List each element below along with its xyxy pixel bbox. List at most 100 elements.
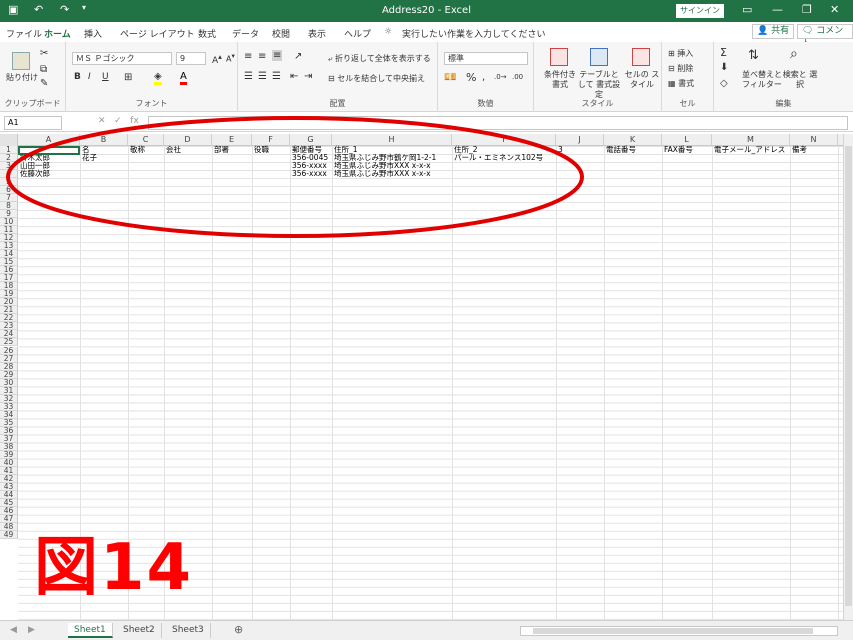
cell-m1[interactable]: 電子メール_アドレス: [714, 146, 785, 154]
align-middle-icon[interactable]: ≡: [258, 51, 266, 62]
decrease-indent-icon[interactable]: ⇤: [290, 71, 298, 82]
fill-color-icon[interactable]: ◈: [154, 71, 162, 85]
tab-file[interactable]: ファイル: [6, 27, 42, 40]
prev-sheet-icon[interactable]: ◀: [4, 623, 23, 638]
bold-button[interactable]: B: [74, 72, 81, 82]
insert-cells-button[interactable]: ⊞ 挿入: [668, 48, 693, 59]
increase-decimal-icon[interactable]: .0→: [494, 73, 507, 81]
conditional-format-button[interactable]: 条件付き 書式: [540, 70, 580, 90]
format-painter-icon[interactable]: ✎: [40, 78, 48, 89]
copy-icon[interactable]: ⧉: [40, 64, 47, 75]
horizontal-scroll-thumb[interactable]: [533, 628, 813, 634]
cell-i2[interactable]: パール・エミネンス102号: [454, 154, 543, 162]
decrease-decimal-icon[interactable]: .00: [512, 73, 523, 81]
delete-cells-button[interactable]: ⊟ 削除: [668, 63, 693, 74]
tab-view[interactable]: 表示: [308, 27, 326, 40]
increase-indent-icon[interactable]: ⇥: [304, 71, 312, 82]
cell-styles-button[interactable]: セルの スタイル: [624, 70, 660, 90]
percent-button[interactable]: %: [466, 71, 476, 84]
border-icon[interactable]: ⊞: [124, 72, 132, 83]
wrap-text-icon: ⤶: [328, 54, 336, 63]
share-button[interactable]: 👤 共有: [752, 24, 795, 39]
sheet-tab-sheet2[interactable]: Sheet2: [117, 623, 162, 638]
cancel-entry-icon[interactable]: ✕: [98, 116, 106, 126]
autosum-icon[interactable]: Σ: [720, 46, 727, 59]
cell-l1[interactable]: FAX番号: [664, 146, 693, 154]
find-select-button[interactable]: 検索と 選択: [782, 70, 818, 90]
signin-button[interactable]: サインイン: [676, 4, 724, 18]
close-icon[interactable]: ✕: [830, 3, 839, 16]
align-left-icon[interactable]: ☰: [244, 71, 253, 82]
sheet-tab-sheet3[interactable]: Sheet3: [166, 623, 211, 638]
comma-icon[interactable]: ,: [482, 72, 485, 83]
tab-formulas[interactable]: 数式: [198, 27, 216, 40]
sort-filter-icon[interactable]: ⇅: [748, 48, 759, 63]
align-bottom-icon[interactable]: ≡: [272, 50, 283, 61]
ribbon-display-icon[interactable]: ▭: [742, 3, 752, 16]
cell-n1[interactable]: 備考: [792, 146, 807, 154]
sheet-tab-sheet1[interactable]: Sheet1: [68, 623, 113, 638]
tab-page-layout[interactable]: ページ レイアウト: [120, 27, 195, 40]
cell-d1[interactable]: 会社: [166, 146, 181, 154]
column-header-a[interactable]: A: [18, 134, 80, 146]
align-top-icon[interactable]: ≡: [244, 51, 252, 62]
cell-e1[interactable]: 部署: [214, 146, 229, 154]
cell-b2[interactable]: 花子: [82, 154, 97, 162]
row-header-49[interactable]: 49: [0, 530, 18, 539]
horizontal-scrollbar[interactable]: [520, 626, 838, 636]
insert-function-icon[interactable]: fx: [130, 116, 139, 126]
conditional-format-icon[interactable]: [550, 48, 568, 66]
find-select-icon[interactable]: ⌕: [790, 46, 798, 62]
underline-button[interactable]: U: [102, 72, 109, 82]
font-name-combo[interactable]: ＭＳ Ｐゴシック: [72, 52, 172, 65]
cell-h4[interactable]: 埼玉県ふじみ野市XXX x-x-x: [334, 170, 431, 178]
paste-icon[interactable]: [12, 52, 30, 70]
align-right-icon[interactable]: ☰: [272, 71, 281, 82]
sort-filter-button[interactable]: 並べ替えと フィルター: [742, 70, 782, 90]
alignment-group: ≡ ≡ ≡ ↗ ☰ ☰ ☰ ⇤ ⇥ ⤶ 折り返して全体を表示する ⊟ セルを結合…: [238, 42, 438, 112]
cell-f1[interactable]: 役職: [254, 146, 269, 154]
editing-group: Σ ⬇ ◇ ⇅ 並べ替えと フィルター ⌕ 検索と 選択 編集: [714, 42, 853, 112]
shrink-font-icon[interactable]: A▾: [226, 52, 235, 64]
cell-j1[interactable]: 3: [558, 146, 563, 154]
align-center-icon[interactable]: ☰: [258, 71, 267, 82]
comment-button[interactable]: 🗨 コメント: [797, 24, 853, 49]
cell-styles-icon[interactable]: [632, 48, 650, 66]
tab-data[interactable]: データ: [232, 27, 259, 40]
formula-bar: A1 ✕ ✓ fx: [0, 114, 853, 132]
cut-icon[interactable]: ✂: [40, 48, 48, 59]
vertical-scroll-thumb[interactable]: [845, 146, 852, 606]
font-color-icon[interactable]: A: [180, 71, 187, 85]
format-as-table-button[interactable]: テーブルとして 書式設定: [576, 70, 622, 100]
cell-k1[interactable]: 電話番号: [606, 146, 636, 154]
paste-button[interactable]: 貼り付け: [6, 72, 38, 83]
format-cells-button[interactable]: ▦ 書式: [668, 78, 694, 89]
restore-icon[interactable]: ❐: [802, 3, 812, 16]
name-box[interactable]: A1: [4, 116, 62, 130]
grow-font-icon[interactable]: A▴: [212, 52, 222, 66]
vertical-scrollbar[interactable]: [843, 134, 853, 620]
column-header-j[interactable]: J: [556, 134, 604, 146]
tab-help[interactable]: ヘルプ: [344, 27, 371, 40]
wrap-text-button[interactable]: ⤶ 折り返して全体を表示する: [328, 53, 431, 64]
orientation-icon[interactable]: ↗: [294, 51, 302, 62]
merge-center-button[interactable]: ⊟ セルを結合して中央揃え: [328, 73, 425, 84]
add-sheet-icon[interactable]: ⊕: [234, 623, 243, 636]
fill-icon[interactable]: ⬇: [720, 62, 728, 73]
tab-review[interactable]: 校閲: [272, 27, 290, 40]
confirm-entry-icon[interactable]: ✓: [114, 116, 122, 126]
next-sheet-icon[interactable]: ▶: [22, 623, 41, 638]
tab-insert[interactable]: 挿入: [84, 27, 102, 40]
minimize-icon[interactable]: —: [772, 3, 783, 16]
cell-g4[interactable]: 356-xxxx: [292, 170, 327, 178]
font-size-combo[interactable]: 9: [176, 52, 206, 65]
number-format-combo[interactable]: 標準: [444, 52, 528, 65]
clear-icon[interactable]: ◇: [720, 78, 728, 89]
formula-input[interactable]: [148, 116, 848, 130]
format-as-table-icon[interactable]: [590, 48, 608, 66]
tell-me-box[interactable]: 実行したい作業を入力してください: [402, 27, 545, 40]
cell-c1[interactable]: 敬称: [130, 146, 145, 154]
italic-button[interactable]: I: [88, 72, 91, 82]
cell-a4[interactable]: 佐藤次郎: [20, 170, 50, 178]
currency-icon[interactable]: 💴: [444, 72, 456, 83]
